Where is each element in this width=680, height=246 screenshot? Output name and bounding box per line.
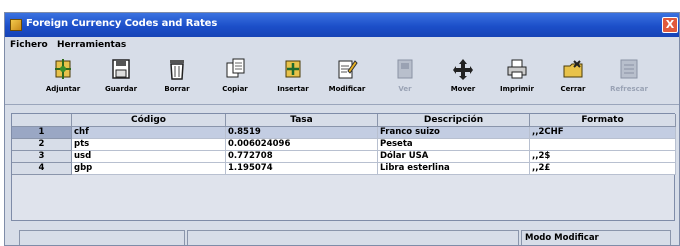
print-button[interactable]: Imprimir [491, 55, 543, 103]
print-label: Imprimir [500, 85, 534, 93]
cell-tasa[interactable]: 0.772708 [226, 151, 378, 163]
cell-codigo[interactable]: gbp [72, 163, 226, 175]
column-header-codigo[interactable]: Código [72, 114, 226, 127]
edit-icon [336, 57, 358, 81]
copy-button[interactable]: Copiar [209, 55, 261, 103]
status-bar: Modo Modificar [5, 227, 679, 245]
app-icon [10, 19, 22, 31]
row-number-header [12, 114, 72, 127]
status-pane-1 [19, 230, 185, 245]
cell-formato[interactable] [530, 139, 676, 151]
move-icon [452, 57, 474, 81]
cell-formato[interactable]: ,,2CHF [530, 127, 676, 139]
edit-label: Modificar [328, 85, 366, 93]
refresh-icon [618, 57, 640, 81]
view-icon [394, 57, 416, 81]
currency-window: Foreign Currency Codes and Rates X Fiche… [4, 12, 680, 246]
table-row[interactable]: 2 pts 0.006024096 Peseta [12, 139, 676, 151]
insert-label: Insertar [277, 85, 309, 93]
row-number[interactable]: 1 [12, 127, 72, 139]
move-button[interactable]: Mover [437, 55, 489, 103]
menu-bar: Fichero Herramientas [5, 37, 679, 53]
background-strip [0, 0, 680, 12]
delete-label: Borrar [164, 85, 190, 93]
cell-descripcion[interactable]: Libra esterlina [378, 163, 530, 175]
refresh-label: Refrescar [610, 85, 648, 93]
cell-codigo[interactable]: chf [72, 127, 226, 139]
copy-icon [224, 57, 246, 81]
attach-icon [52, 57, 74, 81]
status-mode: Modo Modificar [521, 230, 671, 245]
close-tool-label: Cerrar [560, 85, 586, 93]
attach-button[interactable]: Adjuntar [37, 55, 89, 103]
cell-tasa[interactable]: 0.006024096 [226, 139, 378, 151]
cell-formato[interactable]: ,,2$ [530, 151, 676, 163]
table-row[interactable]: 4 gbp 1.195074 Libra esterlina ,,2£ [12, 163, 676, 175]
currency-table: Código Tasa Descripción Formato 1 chf 0.… [11, 113, 676, 221]
status-pane-2 [187, 230, 519, 245]
copy-label: Copiar [222, 85, 248, 93]
save-icon [110, 57, 132, 81]
row-number[interactable]: 3 [12, 151, 72, 163]
save-label: Guardar [104, 85, 138, 93]
view-label: Ver [398, 85, 412, 93]
cell-descripcion[interactable]: Peseta [378, 139, 530, 151]
save-button[interactable]: Guardar [95, 55, 147, 103]
table-row[interactable]: 3 usd 0.772708 Dólar USA ,,2$ [12, 151, 676, 163]
column-header-formato[interactable]: Formato [530, 114, 676, 127]
close-tool-button[interactable]: Cerrar [547, 55, 599, 103]
insert-icon [282, 57, 304, 81]
column-header-descripcion[interactable]: Descripción [378, 114, 530, 127]
insert-button[interactable]: Insertar [267, 55, 319, 103]
row-number[interactable]: 2 [12, 139, 72, 151]
close-folder-icon [562, 57, 584, 81]
title-bar[interactable]: Foreign Currency Codes and Rates X [5, 13, 679, 37]
column-header-tasa[interactable]: Tasa [226, 114, 378, 127]
attach-label: Adjuntar [45, 85, 81, 93]
print-icon [506, 57, 528, 81]
edit-button[interactable]: Modificar [321, 55, 373, 103]
cell-descripcion[interactable]: Franco suizo [378, 127, 530, 139]
trash-icon [166, 57, 188, 81]
cell-tasa[interactable]: 0.8519 [226, 127, 378, 139]
table-row[interactable]: 1 chf 0.8519 Franco suizo ,,2CHF [12, 127, 676, 139]
cell-codigo[interactable]: pts [72, 139, 226, 151]
cell-tasa[interactable]: 1.195074 [226, 163, 378, 175]
move-label: Mover [450, 85, 476, 93]
toolbar: Adjuntar Guardar Borrar Copiar Insertar … [5, 53, 679, 105]
close-button[interactable]: X [662, 17, 678, 33]
refresh-button[interactable]: Refrescar [603, 55, 655, 103]
cell-codigo[interactable]: usd [72, 151, 226, 163]
cell-descripcion[interactable]: Dólar USA [378, 151, 530, 163]
menu-herramientas[interactable]: Herramientas [57, 40, 126, 50]
delete-button[interactable]: Borrar [151, 55, 203, 103]
cell-formato[interactable]: ,,2£ [530, 163, 676, 175]
menu-fichero[interactable]: Fichero [10, 40, 48, 50]
view-button[interactable]: Ver [379, 55, 431, 103]
row-number[interactable]: 4 [12, 163, 72, 175]
window-title: Foreign Currency Codes and Rates [26, 18, 218, 29]
